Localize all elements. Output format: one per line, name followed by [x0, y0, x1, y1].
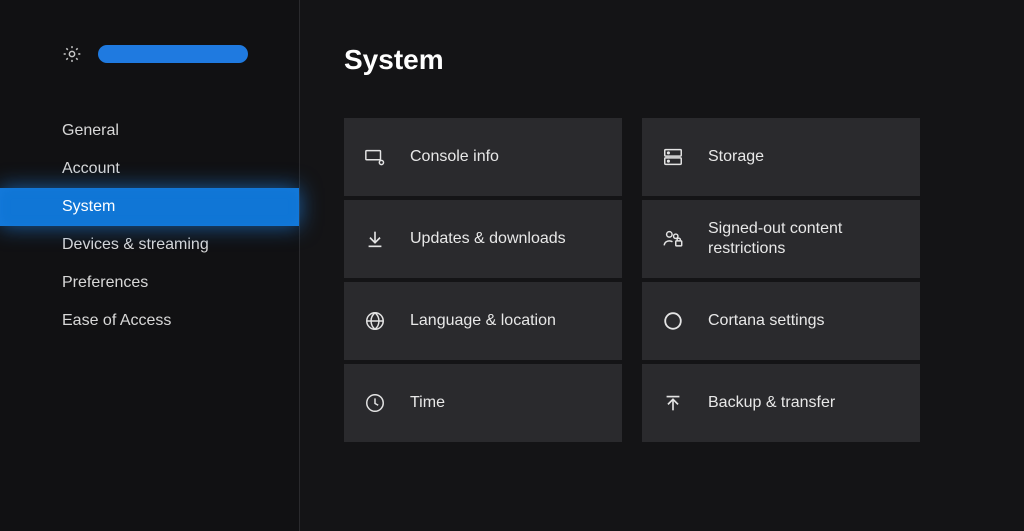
tile-signed-out-restrictions[interactable]: Signed-out content restrictions	[642, 200, 920, 278]
tile-label: Signed-out content restrictions	[708, 219, 920, 259]
tile-language-location[interactable]: Language & location	[344, 282, 622, 360]
clock-icon	[364, 392, 386, 414]
globe-icon	[364, 310, 386, 332]
tile-label: Time	[410, 393, 445, 413]
sidebar-item-system[interactable]: System	[0, 188, 299, 226]
circle-icon	[662, 310, 684, 332]
sidebar-item-label: General	[62, 122, 119, 139]
sidebar-item-label: System	[62, 198, 115, 215]
person-lock-icon	[662, 228, 684, 250]
tile-updates-downloads[interactable]: Updates & downloads	[344, 200, 622, 278]
settings-app: General Account System Devices & streami…	[0, 0, 1024, 531]
tile-label: Backup & transfer	[708, 393, 835, 413]
tile-label: Cortana settings	[708, 311, 825, 331]
sidebar-item-label: Ease of Access	[62, 312, 171, 329]
tile-label: Storage	[708, 147, 764, 167]
sidebar-item-label: Devices & streaming	[62, 236, 209, 253]
sidebar-item-preferences[interactable]: Preferences	[0, 264, 299, 302]
sidebar-item-general[interactable]: General	[0, 112, 299, 150]
settings-tiles: Console info Storage	[344, 118, 996, 442]
sidebar-nav: General Account System Devices & streami…	[0, 112, 299, 340]
console-icon	[364, 146, 386, 168]
sidebar-header	[0, 44, 299, 64]
gear-icon	[62, 44, 82, 64]
tile-backup-transfer[interactable]: Backup & transfer	[642, 364, 920, 442]
tile-cortana-settings[interactable]: Cortana settings	[642, 282, 920, 360]
sidebar-item-devices-streaming[interactable]: Devices & streaming	[0, 226, 299, 264]
sidebar-item-account[interactable]: Account	[0, 150, 299, 188]
download-icon	[364, 228, 386, 250]
tile-label: Updates & downloads	[410, 229, 566, 249]
tile-console-info[interactable]: Console info	[344, 118, 622, 196]
page-title: System	[344, 44, 996, 76]
sidebar-item-label: Preferences	[62, 274, 148, 291]
tile-storage[interactable]: Storage	[642, 118, 920, 196]
main-content: System Console info	[300, 0, 1024, 531]
sidebar-item-label: Account	[62, 160, 120, 177]
tile-label: Language & location	[410, 311, 556, 331]
sidebar: General Account System Devices & streami…	[0, 0, 300, 531]
header-pill	[98, 45, 248, 63]
tile-label: Console info	[410, 147, 499, 167]
sidebar-item-ease-of-access[interactable]: Ease of Access	[0, 302, 299, 340]
upload-icon	[662, 392, 684, 414]
storage-icon	[662, 146, 684, 168]
tile-time[interactable]: Time	[344, 364, 622, 442]
